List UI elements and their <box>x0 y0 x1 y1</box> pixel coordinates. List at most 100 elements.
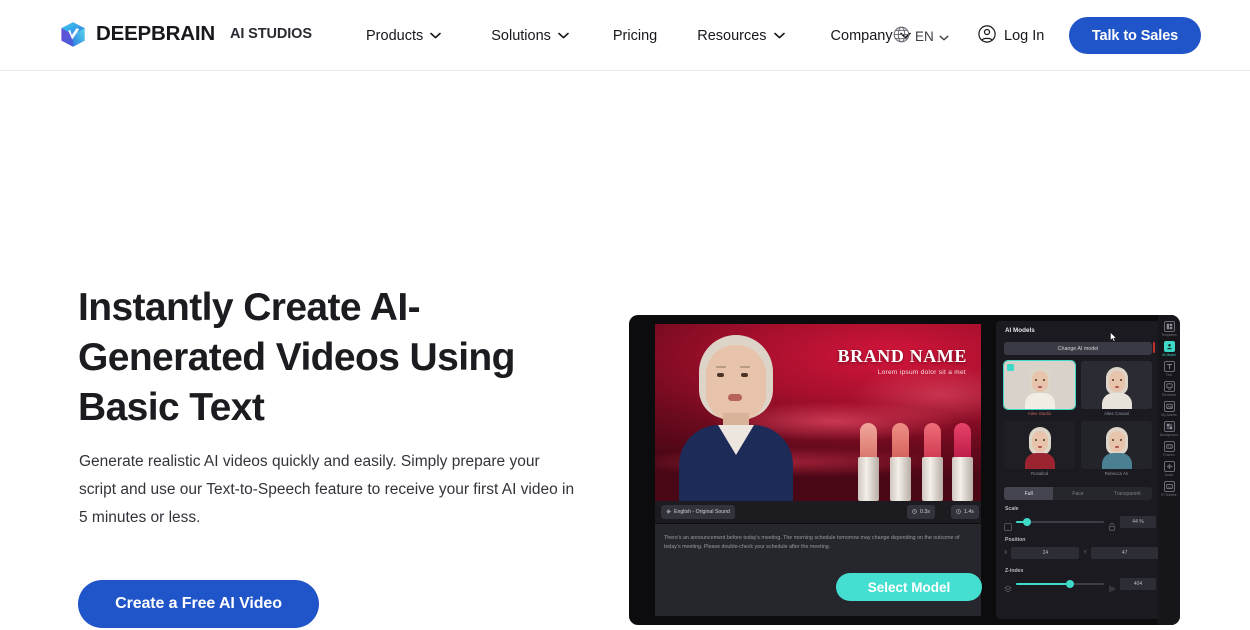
layers-icon <box>1004 580 1012 593</box>
select-model-button[interactable]: Select Model <box>836 573 982 601</box>
scale-slider-track[interactable] <box>1016 518 1104 526</box>
ai-avatar-presenter <box>673 329 797 501</box>
rail-label: Templates <box>1161 333 1177 337</box>
rail-item-my-assets[interactable]: My Assets <box>1159 401 1179 417</box>
user-circle-icon <box>978 24 996 47</box>
talk-to-sales-button[interactable]: Talk to Sales <box>1069 17 1201 54</box>
app-preview: BRAND NAME Lorem ipsum dolor sit a met E… <box>629 315 1180 625</box>
rail-label: IP Subtitle <box>1161 493 1177 497</box>
duration-label: 0.3s <box>920 509 930 515</box>
model-card-0[interactable]: Ailee Studio <box>1003 360 1076 416</box>
position-row: X 24 Y 47 <box>1004 547 1159 559</box>
change-ai-model-button[interactable]: Change AI model <box>1004 342 1152 355</box>
rail-item-ai-model[interactable]: AI Model <box>1153 341 1179 357</box>
text-icon <box>1163 361 1175 372</box>
rail-label: Frames <box>1163 453 1175 457</box>
mouse-cursor-icon <box>1110 329 1117 342</box>
zindex-label: Z-index <box>1005 568 1024 574</box>
rail-label: Audio <box>1164 473 1174 477</box>
chevron-down-icon <box>773 32 785 39</box>
duration-chip-1[interactable]: 0.3s <box>907 505 935 519</box>
globe-icon <box>893 26 910 46</box>
language-label: EN <box>915 28 934 44</box>
stage-toolbar: English - Original Sound 0.3s 1.4s <box>655 501 981 523</box>
zindex-bring-front-icon <box>1108 580 1116 593</box>
chevron-down-icon <box>430 32 442 39</box>
tab-transparent[interactable]: Transparent <box>1103 487 1152 500</box>
rail-item-background[interactable]: Background <box>1159 421 1179 437</box>
scale-lock-icon <box>1108 518 1116 531</box>
clock-icon <box>912 508 917 516</box>
site-header: DEEPBRAIN AI STUDIOS Products Solutions … <box>0 0 1250 71</box>
ai-model-icon <box>1163 341 1175 352</box>
stage-brand-name: BRAND NAME <box>837 346 967 366</box>
scale-icon <box>1004 518 1012 531</box>
position-y-value[interactable]: 47 <box>1090 547 1159 559</box>
model-label: Rebecca Ari <box>1104 471 1129 476</box>
zindex-slider-row[interactable]: 404 <box>1004 578 1156 593</box>
position-label: Position <box>1005 537 1026 543</box>
view-tabs: Full Face Transparent <box>1004 487 1152 500</box>
nav-item-products[interactable]: Products <box>366 27 442 44</box>
rail-label: Elements <box>1161 393 1177 397</box>
panel-title: AI Models <box>1005 327 1035 334</box>
tab-full[interactable]: Full <box>1004 487 1054 500</box>
rail-item-text[interactable]: Text <box>1159 361 1179 377</box>
login-label: Log In <box>1004 27 1045 44</box>
rail-item-audio[interactable]: Audio <box>1159 461 1179 477</box>
nav-label: Pricing <box>612 27 658 44</box>
ai-models-panel: AI Models Change AI model Ailee Studio A… <box>996 321 1160 619</box>
logo[interactable]: DEEPBRAIN AI STUDIOS <box>60 21 312 48</box>
scale-value[interactable]: 44 % <box>1120 516 1156 528</box>
scale-slider-row[interactable]: 44 % <box>1004 516 1156 531</box>
rail-item-elements[interactable]: Elements <box>1159 381 1179 397</box>
model-card-3[interactable]: Rebecca Ari <box>1081 421 1152 476</box>
rail-item-subtitle[interactable]: IP Subtitle <box>1159 481 1179 497</box>
model-card-1[interactable]: Ailee Casual <box>1081 361 1152 416</box>
duration-chip-2[interactable]: 1.4s <box>951 505 979 519</box>
subtitle-icon <box>1163 481 1175 492</box>
model-label: Rosalind <box>1030 471 1049 476</box>
language-selector[interactable]: EN <box>893 26 949 46</box>
rail-label: My Assets <box>1161 413 1177 417</box>
nav-label: Products <box>366 27 424 44</box>
model-grid: Ailee Studio Ailee Casual Rosalind Rebec… <box>1003 360 1152 476</box>
language-sound-chip[interactable]: English - Original Sound <box>661 505 735 519</box>
audio-icon <box>1163 461 1175 472</box>
lipstick-products <box>847 409 975 501</box>
duration-label: 1.4s <box>964 509 974 515</box>
nav-item-resources[interactable]: Resources <box>697 28 785 44</box>
frames-icon <box>1163 441 1175 452</box>
script-text: There's an announcement before today's m… <box>664 535 960 550</box>
rail-label: Text <box>1165 373 1173 377</box>
create-free-ai-video-button[interactable]: Create a Free AI Video <box>78 580 319 628</box>
model-card-2[interactable]: Rosalind <box>1004 421 1075 476</box>
selected-check-icon <box>1007 364 1014 371</box>
script-editor[interactable]: There's an announcement before today's m… <box>655 524 981 616</box>
video-stage: BRAND NAME Lorem ipsum dolor sit a met <box>655 324 981 501</box>
nav-item-pricing[interactable]: Pricing <box>613 28 657 44</box>
rail-item-templates[interactable]: Templates <box>1159 321 1179 337</box>
rail-item-frames[interactable]: Frames <box>1159 441 1179 457</box>
editor-tool-rail: Templates AI Model Text Elements My Asse… <box>1153 315 1180 625</box>
scale-label: Scale <box>1005 506 1019 512</box>
nav-label: Company <box>830 27 893 44</box>
nav-item-solutions[interactable]: Solutions <box>491 28 569 44</box>
stage-brand-tagline: Lorem ipsum dolor sit a met <box>877 369 966 376</box>
model-label: Ailee Casual <box>1104 411 1129 416</box>
clock-icon <box>956 508 961 516</box>
background-icon <box>1163 421 1175 432</box>
hero-subtitle: Generate realistic AI videos quickly and… <box>79 453 575 526</box>
zindex-value[interactable]: 404 <box>1120 578 1156 590</box>
logo-product-text: AI STUDIOS <box>229 26 312 43</box>
zindex-slider-track[interactable] <box>1016 580 1104 588</box>
rail-label: AI Model <box>1162 353 1176 357</box>
page-title: Instantly Create AI-Generated Videos Usi… <box>78 286 515 429</box>
hero-section: Instantly Create AI-Generated Videos Usi… <box>0 71 1250 630</box>
templates-icon <box>1163 321 1175 332</box>
position-y-tag: Y <box>1083 550 1087 556</box>
tab-face[interactable]: Face <box>1053 487 1102 500</box>
main-nav: Products Solutions Pricing Resources Com… <box>366 0 911 71</box>
position-x-value[interactable]: 24 <box>1011 547 1080 559</box>
login-button[interactable]: Log In <box>978 0 1044 71</box>
